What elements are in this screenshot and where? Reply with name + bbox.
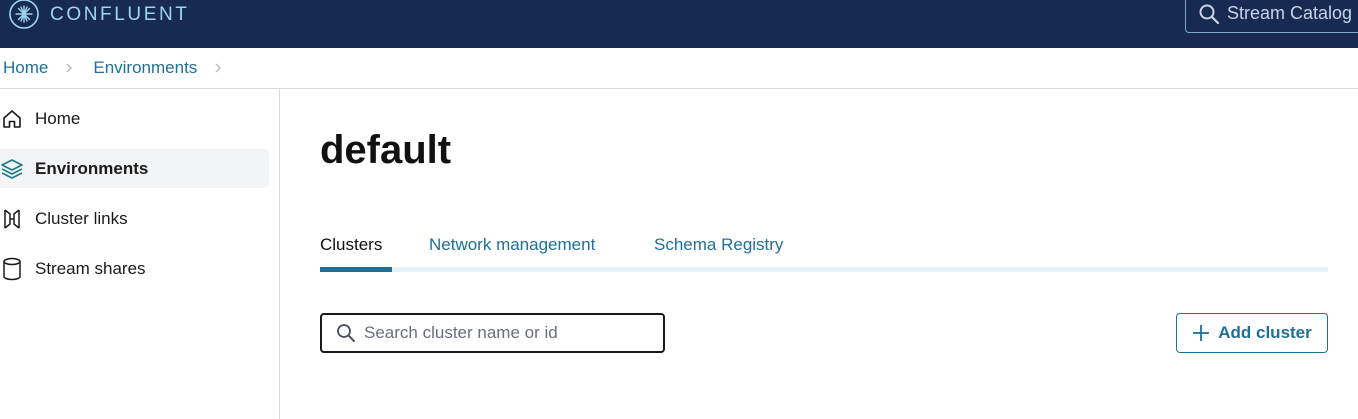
sidebar-item-stream-shares[interactable]: Stream shares	[0, 249, 269, 288]
tab-schema-registry[interactable]: Schema Registry	[654, 232, 783, 272]
cluster-search-input[interactable]	[364, 323, 654, 343]
sidebar-item-cluster-links[interactable]: Cluster links	[0, 199, 269, 238]
top-bar: CONFLUENT Stream Catalog	[0, 0, 1358, 48]
sidebar-item-environments[interactable]: Environments	[0, 149, 269, 188]
layers-icon	[0, 157, 24, 181]
sidebar-item-label: Environments	[35, 158, 149, 178]
add-cluster-label: Add cluster	[1218, 323, 1312, 342]
stream-catalog-label: Stream Catalog	[1227, 3, 1353, 23]
plus-icon	[1193, 325, 1210, 341]
search-icon	[337, 324, 355, 342]
add-cluster-button[interactable]: Add cluster	[1176, 313, 1328, 353]
tab-bar: Clusters Network management Schema Regis…	[320, 232, 1328, 272]
tab-label: Schema Registry	[654, 235, 784, 254]
sidebar-item-label: Cluster links	[35, 208, 128, 228]
confluent-logo[interactable]: CONFLUENT	[8, 0, 190, 30]
chevron-right-icon	[215, 63, 222, 73]
sidebar-item-label: Stream shares	[35, 258, 146, 278]
page-title: default	[320, 128, 452, 172]
tab-label: Network management	[429, 235, 596, 254]
cluster-search-box[interactable]	[320, 313, 665, 353]
cluster-links-icon	[0, 207, 24, 231]
tab-clusters[interactable]: Clusters	[320, 232, 392, 272]
sidebar-item-label: Home	[35, 108, 81, 128]
brand-name: CONFLUENT	[50, 4, 190, 25]
tab-label: Clusters	[320, 235, 383, 254]
home-icon	[0, 107, 24, 131]
chevron-right-icon	[66, 63, 73, 73]
database-icon	[0, 257, 24, 281]
stream-catalog-search[interactable]: Stream Catalog	[1185, 0, 1358, 33]
sidebar-item-home[interactable]: Home	[0, 99, 269, 138]
confluent-burst-icon	[9, 0, 39, 29]
search-icon	[1199, 4, 1220, 24]
breadcrumb-environments[interactable]: Environments	[93, 58, 197, 78]
breadcrumb: Home Environments	[0, 48, 1358, 89]
tab-network-management[interactable]: Network management	[429, 232, 595, 272]
breadcrumb-home[interactable]: Home	[3, 58, 48, 78]
sidebar: Home Environments Cluster links Stream s…	[0, 89, 280, 419]
